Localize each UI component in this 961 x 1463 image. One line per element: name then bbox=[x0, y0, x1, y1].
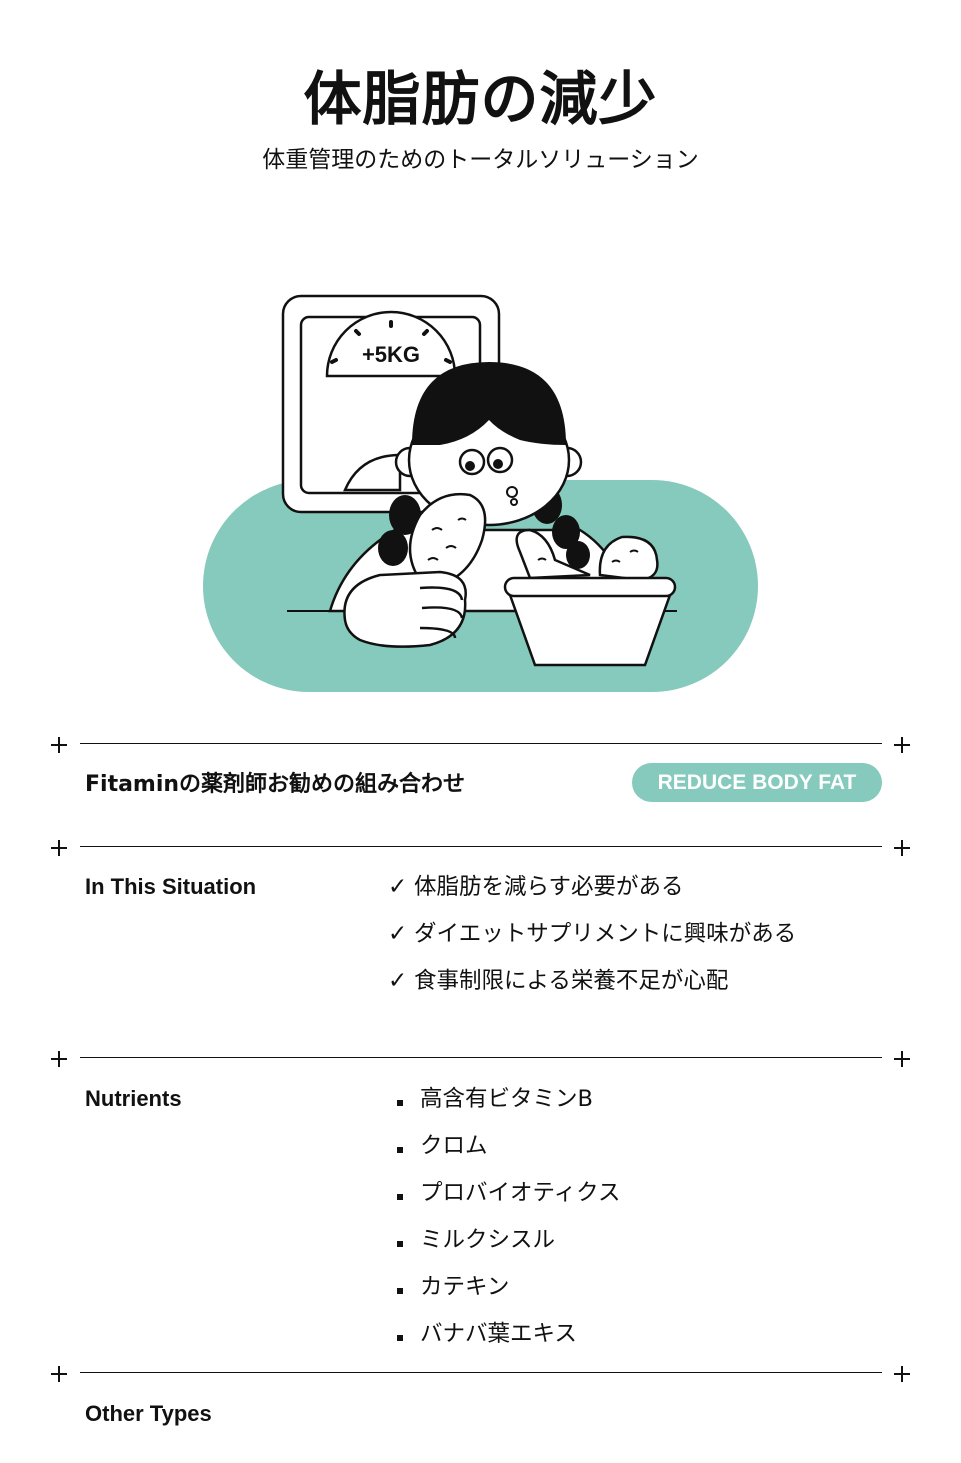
situation-list: ✓ 体脂肪を減らす必要がある ✓ ダイエットサプリメントに興味がある ✓ 食事制限によ… bbox=[388, 872, 796, 1013]
plus-icon bbox=[894, 840, 910, 856]
check-icon: ✓ bbox=[388, 968, 408, 994]
plus-icon bbox=[894, 1366, 910, 1382]
situation-item: ✓ 体脂肪を減らす必要がある bbox=[388, 874, 684, 900]
nutrient-item: カテキン bbox=[388, 1272, 620, 1319]
recommendation-title: Fitaminの薬剤師お勧めの組み合わせ bbox=[85, 772, 466, 797]
plus-icon bbox=[51, 1366, 67, 1382]
nutrient-item: バナバ葉エキス bbox=[388, 1319, 620, 1366]
bullet-icon bbox=[388, 1319, 400, 1349]
divider-line bbox=[80, 1372, 882, 1373]
situation-item: ✓ 食事制限による栄養不足が心配 bbox=[388, 968, 729, 994]
other-types-title: Other Types bbox=[85, 1401, 212, 1426]
bullet-icon bbox=[388, 1131, 400, 1161]
bullet-icon bbox=[388, 1178, 400, 1208]
nutrients-title: Nutrients bbox=[85, 1086, 182, 1111]
situation-title: In This Situation bbox=[85, 874, 257, 899]
divider-line bbox=[80, 1057, 882, 1058]
check-icon: ✓ bbox=[388, 921, 408, 947]
plus-icon bbox=[894, 737, 910, 753]
hero-illustration: +5KG bbox=[203, 294, 758, 692]
plus-icon bbox=[51, 737, 67, 753]
situation-item: ✓ ダイエットサプリメントに興味がある bbox=[388, 921, 797, 947]
nutrients-list: 高含有ビタミンB クロム プロバイオティクス ミルクシスル カテキン バナバ葉エ… bbox=[388, 1084, 620, 1366]
nutrient-item: ミルクシスル bbox=[388, 1225, 620, 1272]
divider-line bbox=[80, 846, 882, 847]
plus-icon bbox=[51, 1051, 67, 1067]
check-icon: ✓ bbox=[388, 874, 408, 900]
page-title: 体脂肪の減少 bbox=[303, 65, 658, 133]
page-subtitle: 体重管理のためのトータルソリューション bbox=[262, 147, 699, 173]
bullet-icon bbox=[388, 1272, 400, 1302]
scale-weight-label: +5KG bbox=[362, 342, 420, 367]
divider-line bbox=[80, 743, 882, 744]
nutrient-item: クロム bbox=[388, 1131, 620, 1178]
nutrient-item: プロバイオティクス bbox=[388, 1178, 620, 1225]
nutrient-item: 高含有ビタミンB bbox=[388, 1084, 620, 1131]
category-badge: REDUCE BODY FAT bbox=[632, 763, 882, 802]
bullet-icon bbox=[388, 1225, 400, 1255]
plus-icon bbox=[51, 840, 67, 856]
bullet-icon bbox=[388, 1084, 400, 1114]
plus-icon bbox=[894, 1051, 910, 1067]
